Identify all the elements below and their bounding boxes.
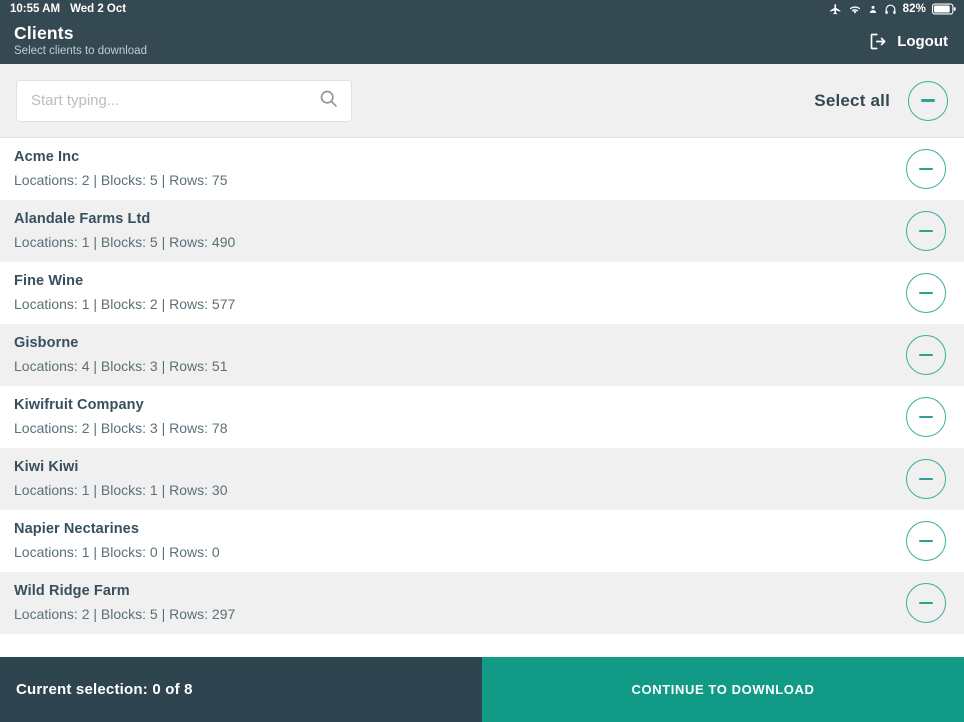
minus-icon — [919, 230, 933, 232]
client-select-toggle[interactable] — [906, 583, 946, 623]
client-select-toggle[interactable] — [906, 397, 946, 437]
client-select-toggle[interactable] — [906, 149, 946, 189]
app-header: Clients Select clients to download Logou… — [0, 18, 964, 64]
status-time: 10:55 AM — [10, 3, 60, 15]
client-row[interactable]: Kiwifruit CompanyLocations: 2 | Blocks: … — [0, 386, 964, 448]
client-meta: Locations: 2 | Blocks: 5 | Rows: 297 — [14, 604, 235, 624]
client-row[interactable]: Acme IncLocations: 2 | Blocks: 5 | Rows:… — [0, 138, 964, 200]
minus-icon — [919, 416, 933, 418]
select-all-button[interactable]: Select all — [814, 81, 948, 121]
client-row[interactable]: Alandale Farms LtdLocations: 1 | Blocks:… — [0, 200, 964, 262]
client-row-text: Acme IncLocations: 2 | Blocks: 5 | Rows:… — [14, 148, 228, 190]
status-bar-right: 82% — [829, 3, 956, 16]
minus-icon — [919, 292, 933, 294]
client-select-toggle[interactable] — [906, 273, 946, 313]
client-meta: Locations: 2 | Blocks: 5 | Rows: 75 — [14, 170, 228, 190]
client-select-toggle[interactable] — [906, 459, 946, 499]
client-name: Kiwifruit Company — [14, 396, 228, 416]
person-icon — [868, 3, 878, 16]
client-name: Fine Wine — [14, 272, 235, 292]
client-meta: Locations: 2 | Blocks: 3 | Rows: 78 — [14, 418, 228, 438]
search-field[interactable] — [16, 80, 352, 122]
sign-out-icon — [868, 31, 889, 52]
client-select-toggle[interactable] — [906, 335, 946, 375]
minus-icon — [919, 168, 933, 170]
client-meta: Locations: 1 | Blocks: 5 | Rows: 490 — [14, 232, 235, 252]
select-all-toggle[interactable] — [908, 81, 948, 121]
client-name: Wild Ridge Farm — [14, 582, 235, 602]
minus-icon — [919, 354, 933, 356]
client-meta: Locations: 1 | Blocks: 1 | Rows: 30 — [14, 480, 228, 500]
search-toolbar: Select all — [0, 64, 964, 138]
select-all-label: Select all — [814, 91, 890, 111]
client-row-text: Kiwi KiwiLocations: 1 | Blocks: 1 | Rows… — [14, 458, 228, 500]
client-row[interactable]: Kiwi KiwiLocations: 1 | Blocks: 1 | Rows… — [0, 448, 964, 510]
battery-icon — [932, 3, 956, 15]
minus-icon — [919, 540, 933, 542]
continue-to-download-button[interactable]: CONTINUE TO DOWNLOAD — [482, 657, 964, 722]
client-row[interactable]: Napier NectarinesLocations: 1 | Blocks: … — [0, 510, 964, 572]
client-row-text: Napier NectarinesLocations: 1 | Blocks: … — [14, 520, 220, 562]
client-meta: Locations: 1 | Blocks: 2 | Rows: 577 — [14, 294, 235, 314]
status-date: Wed 2 Oct — [70, 3, 126, 15]
client-meta: Locations: 4 | Blocks: 3 | Rows: 51 — [14, 356, 228, 376]
client-name: Kiwi Kiwi — [14, 458, 228, 478]
selection-status: Current selection: 0 of 8 — [0, 657, 482, 722]
client-row[interactable]: GisborneLocations: 4 | Blocks: 3 | Rows:… — [0, 324, 964, 386]
client-row-text: Kiwifruit CompanyLocations: 2 | Blocks: … — [14, 396, 228, 438]
logout-label: Logout — [897, 33, 948, 50]
client-row-text: GisborneLocations: 4 | Blocks: 3 | Rows:… — [14, 334, 228, 376]
client-name: Gisborne — [14, 334, 228, 354]
client-row-text: Fine WineLocations: 1 | Blocks: 2 | Rows… — [14, 272, 235, 314]
client-select-toggle[interactable] — [906, 211, 946, 251]
client-row-text: Wild Ridge FarmLocations: 2 | Blocks: 5 … — [14, 582, 235, 624]
headphones-icon — [884, 3, 897, 16]
client-meta: Locations: 1 | Blocks: 0 | Rows: 0 — [14, 542, 220, 562]
client-row[interactable]: Fine WineLocations: 1 | Blocks: 2 | Rows… — [0, 262, 964, 324]
clients-download-screen: 10:55 AM Wed 2 Oct 82% Clients — [0, 0, 964, 722]
page-title: Clients — [14, 23, 147, 43]
footer-bar: Current selection: 0 of 8 CONTINUE TO DO… — [0, 657, 964, 722]
airplane-mode-icon — [829, 3, 842, 16]
search-icon[interactable] — [318, 88, 339, 114]
client-list: Acme IncLocations: 2 | Blocks: 5 | Rows:… — [0, 138, 964, 657]
client-name: Alandale Farms Ltd — [14, 210, 235, 230]
minus-icon — [919, 602, 933, 604]
client-select-toggle[interactable] — [906, 521, 946, 561]
page-subtitle: Select clients to download — [14, 44, 147, 59]
client-row[interactable]: Wild Ridge FarmLocations: 2 | Blocks: 5 … — [0, 572, 964, 634]
wifi-icon — [848, 3, 862, 16]
minus-icon — [919, 478, 933, 480]
client-row-text: Alandale Farms LtdLocations: 1 | Blocks:… — [14, 210, 235, 252]
client-name: Napier Nectarines — [14, 520, 220, 540]
battery-percent-label: 82% — [903, 3, 926, 15]
status-bar: 10:55 AM Wed 2 Oct 82% — [0, 0, 964, 18]
logout-button[interactable]: Logout — [868, 31, 948, 52]
client-name: Acme Inc — [14, 148, 228, 168]
minus-icon — [921, 99, 935, 101]
status-bar-left: 10:55 AM Wed 2 Oct — [10, 3, 126, 15]
header-titles: Clients Select clients to download — [14, 23, 147, 59]
search-input[interactable] — [31, 92, 318, 109]
